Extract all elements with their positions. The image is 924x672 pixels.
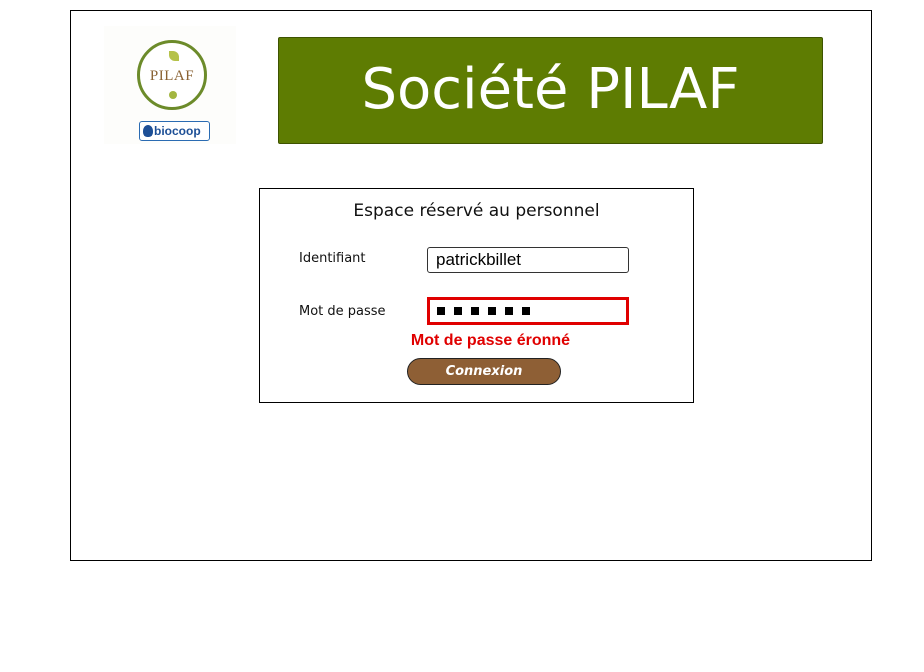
logo-text: PILAF [149,68,195,84]
password-mask-char [488,307,496,315]
pilaf-logo: PILAF biocoop [104,26,236,144]
password-mask [437,300,619,322]
password-label: Mot de passe [299,304,386,319]
login-title: Espace réservé au personnel [353,201,600,221]
leaf-icon [169,51,179,61]
badge-label: biocoop [154,124,201,138]
company-banner: Société PILAF [278,37,823,144]
password-input[interactable] [427,297,629,325]
password-mask-char [437,307,445,315]
error-message: Mot de passe éronné [410,332,571,349]
login-panel: Espace réservé au personnel Identifiant … [259,188,694,403]
connexion-button[interactable]: Connexion [407,358,561,385]
password-mask-char [454,307,462,315]
identifiant-label: Identifiant [299,251,366,266]
password-mask-char [522,307,530,315]
identifiant-input[interactable]: patrickbillet [427,247,629,273]
biocoop-icon [143,125,153,137]
logo-circle-icon: PILAF [137,40,207,110]
biocoop-badge: biocoop [139,121,210,141]
sprout-icon [169,91,177,99]
password-mask-char [505,307,513,315]
password-mask-char [471,307,479,315]
